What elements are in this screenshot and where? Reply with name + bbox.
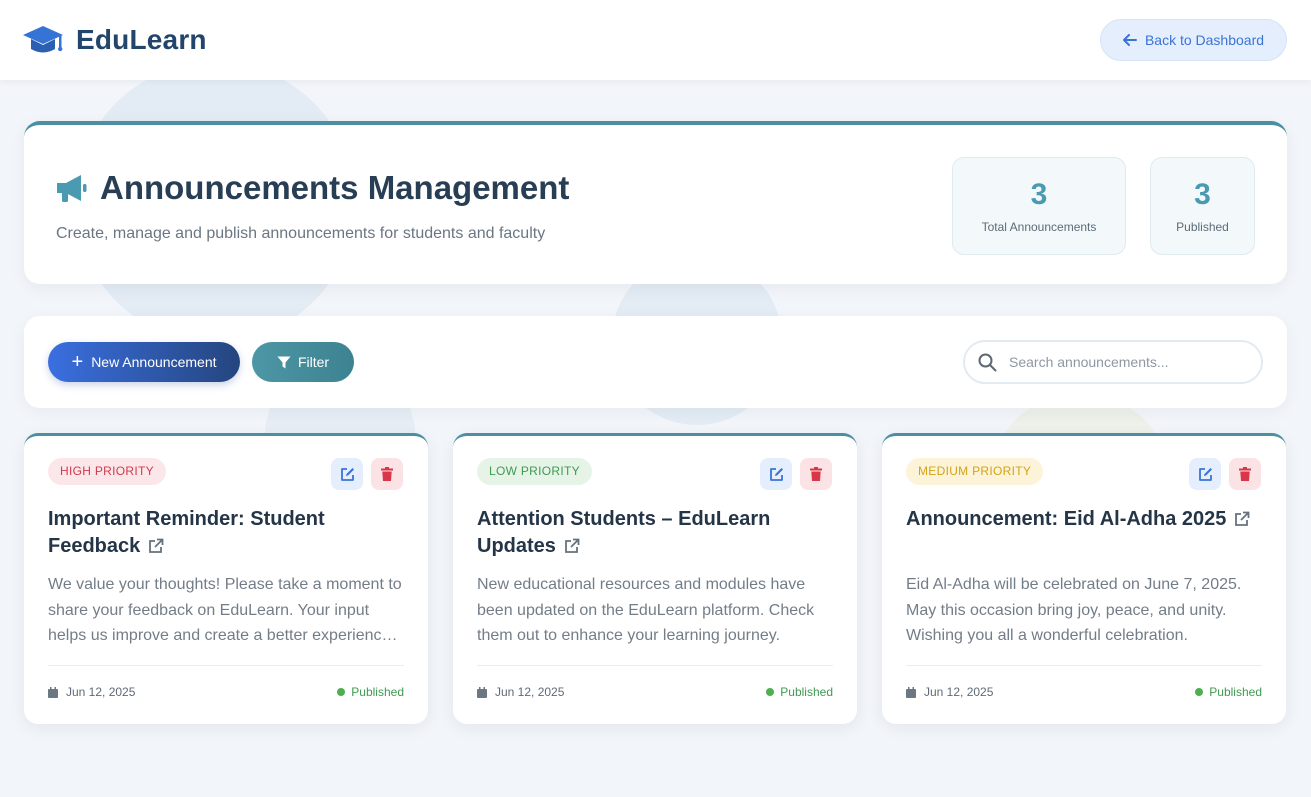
delete-button[interactable] xyxy=(1229,458,1261,490)
edit-button[interactable] xyxy=(331,458,363,490)
divider xyxy=(48,665,404,666)
edit-icon xyxy=(340,467,354,481)
announcement-card: HIGH PRIORITY Important Reminder: Studen… xyxy=(24,433,428,724)
status-text: Published xyxy=(351,685,404,699)
megaphone-icon xyxy=(57,175,87,202)
card-body: New educational resources and modules ha… xyxy=(477,576,815,644)
status-text: Published xyxy=(780,685,833,699)
calendar-icon xyxy=(906,686,916,698)
date-text: Jun 12, 2025 xyxy=(495,685,565,699)
date-text: Jun 12, 2025 xyxy=(924,685,994,699)
plus-icon: + xyxy=(71,351,84,373)
page-title: Announcements Management xyxy=(100,169,570,206)
trash-icon xyxy=(1239,467,1251,481)
page-subtitle: Create, manage and publish announcements… xyxy=(56,225,546,242)
divider xyxy=(906,665,1262,666)
card-date: Jun 12, 2025 xyxy=(48,685,135,699)
priority-badge: LOW PRIORITY xyxy=(477,458,592,485)
edit-icon xyxy=(769,467,783,481)
status-badge: Published xyxy=(337,685,404,699)
external-link-icon[interactable] xyxy=(564,538,580,554)
card-title-text: Attention Students – EduLearn Updates xyxy=(477,508,771,557)
new-announcement-button[interactable]: + New Announcement xyxy=(48,342,240,382)
page-header-card: Announcements Management Create, manage … xyxy=(24,121,1287,284)
divider xyxy=(477,665,833,666)
stat-label: Total Announcements xyxy=(981,220,1097,234)
arrow-left-icon xyxy=(1122,34,1137,46)
card-title: Attention Students – EduLearn Updates xyxy=(477,506,837,560)
status-text: Published xyxy=(1209,685,1262,699)
external-link-icon[interactable] xyxy=(148,538,164,554)
top-bar: EduLearn Back to Dashboard xyxy=(0,0,1311,80)
card-title-text: Important Reminder: Student Feedback xyxy=(48,508,325,557)
card-date: Jun 12, 2025 xyxy=(477,685,564,699)
status-dot xyxy=(766,688,775,696)
funnel-icon xyxy=(277,356,291,368)
logo[interactable]: EduLearn xyxy=(22,22,207,58)
priority-badge: HIGH PRIORITY xyxy=(48,458,166,485)
priority-badge: MEDIUM PRIORITY xyxy=(906,458,1044,485)
card-body: Eid Al-Adha will be celebrated on June 7… xyxy=(906,576,1242,644)
back-button-label: Back to Dashboard xyxy=(1144,32,1265,48)
stat-label: Published xyxy=(1176,220,1229,234)
delete-button[interactable] xyxy=(371,458,403,490)
back-to-dashboard-button[interactable]: Back to Dashboard xyxy=(1100,19,1287,61)
calendar-icon xyxy=(477,686,487,698)
page-title-row: Announcements Management xyxy=(54,169,569,207)
calendar-icon xyxy=(48,686,58,698)
announcement-card: MEDIUM PRIORITY Announcement: Eid Al-Adh… xyxy=(882,433,1286,724)
card-title: Announcement: Eid Al-Adha 2025 xyxy=(906,506,1266,533)
graduation-cap-icon xyxy=(23,26,63,53)
card-title: Important Reminder: Student Feedback xyxy=(48,506,408,560)
search-icon xyxy=(978,353,997,371)
toolbar: + New Announcement Filter xyxy=(24,316,1287,408)
card-title-text: Announcement: Eid Al-Adha 2025 xyxy=(906,508,1227,530)
date-text: Jun 12, 2025 xyxy=(66,685,136,699)
status-badge: Published xyxy=(1195,685,1262,699)
status-badge: Published xyxy=(766,685,833,699)
edit-button[interactable] xyxy=(1189,458,1221,490)
stat-total-announcements: 3 Total Announcements xyxy=(952,157,1126,255)
search-box xyxy=(963,340,1263,384)
new-announcement-label: New Announcement xyxy=(91,354,217,370)
search-input[interactable] xyxy=(1009,354,1239,370)
edit-icon xyxy=(1198,467,1212,481)
card-body: We value your thoughts! Please take a mo… xyxy=(48,576,402,644)
stat-value: 3 xyxy=(1194,178,1211,211)
trash-icon xyxy=(810,467,822,481)
external-link-icon[interactable] xyxy=(1234,511,1250,527)
status-dot xyxy=(1195,688,1204,696)
announcement-card: LOW PRIORITY Attention Students – EduLea… xyxy=(453,433,857,724)
edit-button[interactable] xyxy=(760,458,792,490)
filter-button[interactable]: Filter xyxy=(252,342,354,382)
status-dot xyxy=(337,688,346,696)
stat-value: 3 xyxy=(1030,178,1048,211)
trash-icon xyxy=(381,467,393,481)
stat-published: 3 Published xyxy=(1150,157,1255,255)
app-name: EduLearn xyxy=(76,24,207,55)
filter-label: Filter xyxy=(297,354,330,370)
card-date: Jun 12, 2025 xyxy=(906,685,993,699)
delete-button[interactable] xyxy=(800,458,832,490)
